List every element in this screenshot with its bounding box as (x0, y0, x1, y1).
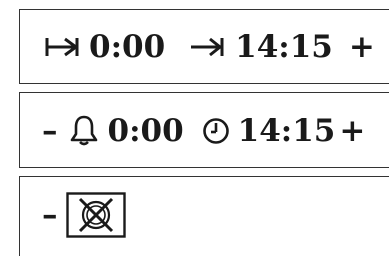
alarm-time[interactable]: 0:00 (108, 115, 184, 147)
clock-icon[interactable] (202, 117, 230, 145)
alarm-row: – 0:00 14:15 + (42, 111, 365, 151)
increase-button[interactable]: + (349, 31, 375, 63)
bell-icon[interactable] (70, 115, 98, 147)
arrow-to-end-icon[interactable] (189, 35, 225, 59)
timer-row: 0:00 14:15 + (45, 28, 375, 66)
skip-to-start-icon[interactable] (45, 35, 79, 59)
increase-button[interactable]: + (339, 115, 365, 147)
decrease-button[interactable]: – (42, 115, 58, 147)
mute-row: – (42, 192, 126, 238)
clock-time[interactable]: 14:15 (238, 115, 336, 147)
start-time[interactable]: 0:00 (89, 31, 165, 63)
end-time[interactable]: 14:15 (235, 31, 333, 63)
muted-speaker-icon[interactable] (65, 192, 126, 238)
decrease-button[interactable]: – (42, 199, 58, 231)
